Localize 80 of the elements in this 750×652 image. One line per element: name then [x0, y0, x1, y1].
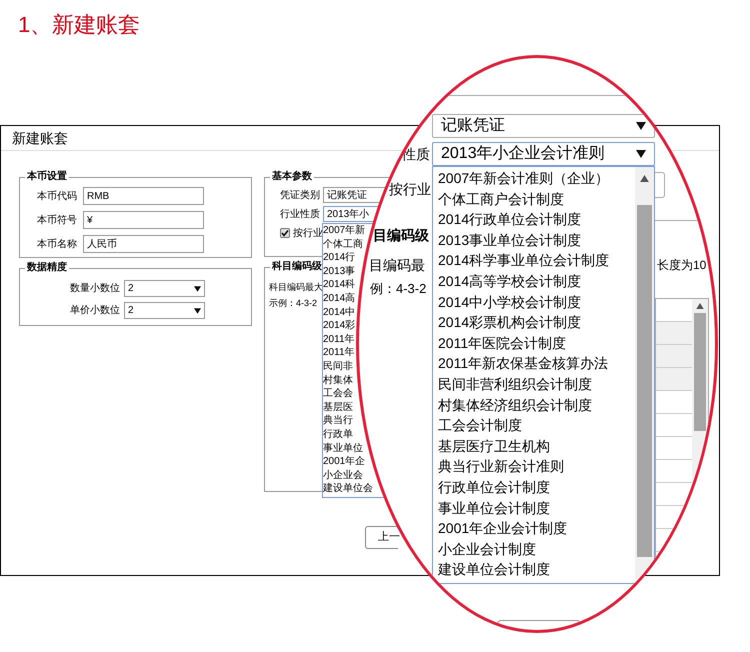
- list-option[interactable]: 2014高等学校会计制度: [438, 270, 582, 292]
- list-option[interactable]: 个体工商户会计制度: [438, 188, 564, 210]
- list-option[interactable]: 建设单位会: [323, 482, 373, 496]
- text-field[interactable]: 人民币: [83, 235, 204, 253]
- group-title: 数据精度: [25, 262, 69, 274]
- checkbox-label: 按行业: [389, 180, 431, 199]
- dropdown-arrow-icon[interactable]: [636, 150, 646, 158]
- list-option[interactable]: 2001年企: [323, 455, 366, 469]
- page-heading: 1、新建账套: [18, 12, 140, 37]
- list-option[interactable]: 建设单位会计制度: [438, 559, 550, 580]
- list-option[interactable]: 2011年: [323, 332, 355, 346]
- field-label: 本币名称: [36, 238, 77, 252]
- list-option[interactable]: 典当行业新会计准则: [438, 456, 564, 477]
- info-text: 目编码最: [369, 256, 425, 275]
- list-option[interactable]: 2013事: [323, 264, 356, 278]
- dropdown[interactable]: 2013年小企业会计准则: [432, 142, 655, 166]
- dropdown-arrow-icon: [194, 308, 201, 314]
- group-title: 基本参数: [270, 171, 314, 183]
- field-label: 本币符号: [36, 214, 77, 228]
- field-label: 凭证类别: [280, 188, 321, 202]
- table-row: [656, 322, 692, 345]
- info-text: 长度为10: [657, 257, 706, 274]
- list-option[interactable]: 小企业会: [323, 468, 363, 482]
- list-option[interactable]: 工会会计制度: [438, 415, 522, 436]
- group-title: 科目编码级: [270, 261, 324, 273]
- field-label: 单价小数位: [69, 304, 120, 318]
- info-text: 例：4-3-2: [370, 280, 426, 298]
- list-option[interactable]: 基层医: [323, 400, 353, 414]
- text-field[interactable]: RMB: [83, 187, 204, 205]
- list-option[interactable]: 行政单位会计制度: [438, 476, 550, 498]
- list-option[interactable]: 2011年新农保基金核算办法: [438, 353, 608, 374]
- table-row: [656, 368, 692, 391]
- list-option[interactable]: 2014高: [323, 292, 356, 306]
- scroll-up-icon[interactable]: [696, 303, 704, 309]
- window-title: 新建账套: [12, 128, 68, 148]
- dropdown[interactable]: 2: [124, 280, 205, 297]
- list-option[interactable]: 基层医疗卫生机构: [438, 436, 550, 456]
- list-option[interactable]: 2014中: [323, 306, 356, 320]
- list-option[interactable]: 2014科: [323, 278, 356, 292]
- list-option[interactable]: 工会会: [323, 387, 353, 401]
- list-option[interactable]: 2011年: [323, 346, 355, 360]
- checkbox-label: 按行业: [293, 226, 323, 240]
- list-option[interactable]: 民间非: [323, 360, 353, 374]
- list-option[interactable]: 2007年新: [323, 224, 366, 238]
- list-option[interactable]: 民间非营利组织会计制度: [438, 374, 592, 395]
- scroll-up-icon[interactable]: [640, 175, 649, 182]
- list-option[interactable]: 小企业会计制度: [438, 538, 536, 560]
- list-option[interactable]: 2014行政单位会计制度: [438, 209, 582, 230]
- group-title: 本币设置: [25, 171, 69, 183]
- dropdown[interactable]: 2: [124, 302, 205, 319]
- list-option[interactable]: 行政单: [323, 428, 353, 442]
- scrollbar[interactable]: [635, 167, 654, 583]
- dropdown-arrow-icon[interactable]: [636, 122, 646, 130]
- section-title: 目编码级: [373, 226, 429, 245]
- table-row: [656, 345, 692, 368]
- list-option[interactable]: 2014中小学校会计制度: [438, 292, 582, 312]
- field-label: 行业性质: [280, 208, 321, 222]
- list-option[interactable]: 典当行: [323, 414, 353, 428]
- list-option[interactable]: 事业单位会计制度: [438, 498, 550, 518]
- list-option[interactable]: 2011年医院会计制度: [438, 332, 566, 354]
- field-label: 数量小数位: [69, 282, 120, 296]
- list-option[interactable]: 2014科学事业单位会计制度: [438, 250, 610, 271]
- list-option[interactable]: 个体工商: [323, 238, 363, 252]
- list-option[interactable]: 2014彩: [323, 319, 356, 333]
- dropdown-arrow-icon: [194, 286, 201, 292]
- list-option[interactable]: 2014行: [323, 251, 356, 265]
- scroll-thumb[interactable]: [637, 205, 652, 557]
- list-option[interactable]: 2001年企业会计制度: [438, 518, 568, 539]
- list-option[interactable]: 2007年新会计准则（企业）: [438, 168, 610, 189]
- list-option[interactable]: 2013事业单位会计制度: [438, 230, 582, 250]
- info-text: 示例：4-3-2: [269, 297, 318, 310]
- list-option[interactable]: 事业单位: [323, 442, 363, 456]
- text-field[interactable]: ¥: [83, 211, 204, 229]
- checkbox[interactable]: [280, 228, 290, 238]
- list-option[interactable]: 村集体: [323, 374, 353, 388]
- scroll-thumb[interactable]: [694, 313, 706, 431]
- list-option[interactable]: 2014彩票机构会计制度: [438, 312, 582, 333]
- list-option[interactable]: 村集体经济组织会计制度: [438, 394, 592, 416]
- dropdown[interactable]: 记账凭证: [432, 114, 655, 138]
- field-label: 本币代码: [36, 190, 77, 204]
